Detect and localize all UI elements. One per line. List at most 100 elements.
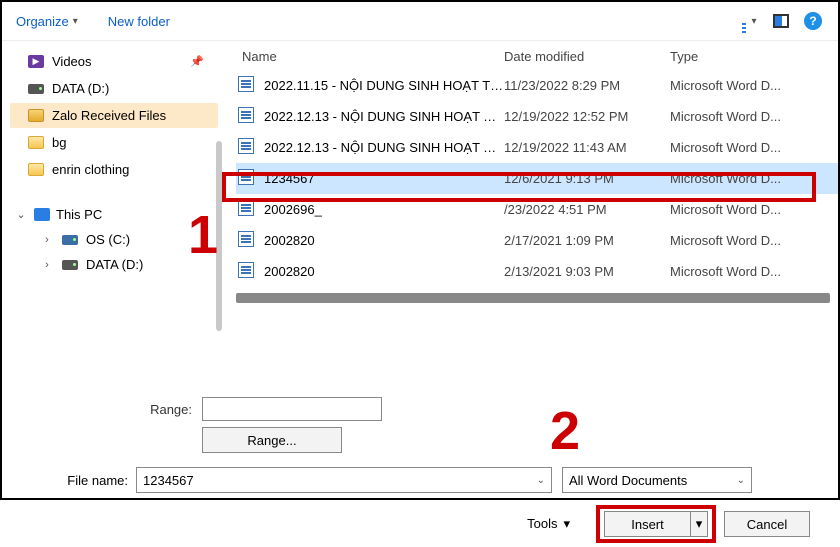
- file-type: Microsoft Word D...: [670, 233, 838, 248]
- word-doc-icon: [238, 262, 254, 278]
- organize-label: Organize: [16, 14, 69, 29]
- file-date: 11/23/2022 8:29 PM: [504, 78, 670, 93]
- help-button[interactable]: ?: [802, 10, 824, 32]
- file-type: Microsoft Word D...: [670, 202, 838, 217]
- file-row[interactable]: 2002696_/23/2022 4:51 PMMicrosoft Word D…: [236, 194, 838, 225]
- file-row[interactable]: 123456712/6/2021 9:13 PMMicrosoft Word D…: [236, 163, 838, 194]
- chevron-down-icon: ⌄: [737, 475, 745, 486]
- sidebar-item-label: bg: [52, 135, 66, 150]
- sidebar-item-zalo[interactable]: Zalo Received Files: [10, 103, 218, 128]
- word-doc-icon: [238, 169, 254, 185]
- dialog-toolbar: Organize ▾ New folder ▾ ?: [2, 2, 838, 41]
- sidebar-item-label: DATA (D:): [52, 81, 109, 96]
- sidebar-item-label: Videos: [52, 54, 92, 69]
- help-icon: ?: [804, 12, 822, 30]
- file-row[interactable]: 20028202/17/2021 1:09 PMMicrosoft Word D…: [236, 225, 838, 256]
- word-doc-icon: [238, 138, 254, 154]
- annotation-highlight-2: Insert ▾: [596, 505, 716, 543]
- horizontal-scrollbar[interactable]: [236, 293, 830, 303]
- file-name: 2002820: [264, 264, 504, 279]
- file-date: 2/13/2021 9:03 PM: [504, 264, 670, 279]
- file-name: 2022.11.15 - NỘI DUNG SINH HOẠT THÁ..: [264, 78, 504, 93]
- filter-value: All Word Documents: [569, 473, 687, 488]
- chevron-down-icon: ▾: [751, 16, 756, 27]
- pin-icon: 📌: [190, 55, 204, 68]
- insert-button[interactable]: Insert: [604, 511, 690, 537]
- file-type: Microsoft Word D...: [670, 264, 838, 279]
- file-date: 12/6/2021 9:13 PM: [504, 171, 670, 186]
- sidebar-item-enrin[interactable]: enrin clothing: [10, 157, 218, 182]
- drive-icon: [28, 84, 44, 94]
- file-name-combo[interactable]: 1234567 ⌄: [136, 467, 552, 493]
- sidebar-item-label: Zalo Received Files: [52, 108, 166, 123]
- sidebar-item-label: OS (C:): [86, 232, 130, 247]
- sidebar-item-label: enrin clothing: [52, 162, 129, 177]
- drive-icon: [62, 235, 78, 245]
- new-folder-button[interactable]: New folder: [108, 14, 170, 29]
- list-view-icon: [741, 14, 747, 29]
- drive-icon: [62, 260, 78, 270]
- file-row[interactable]: 2022.12.13 - NỘI DUNG SINH HOẠT THÁ..12/…: [236, 132, 838, 163]
- chevron-right-icon[interactable]: ›: [40, 259, 54, 271]
- column-header-name[interactable]: Name: [236, 49, 504, 64]
- sidebar-group-this-pc[interactable]: ⌄ This PC: [10, 202, 218, 227]
- column-headers: Name Date modified Type: [236, 41, 838, 70]
- organize-menu[interactable]: Organize ▾: [16, 14, 78, 29]
- chevron-down-icon[interactable]: ⌄: [14, 208, 28, 221]
- word-doc-icon: [238, 231, 254, 247]
- file-date: 2/17/2021 1:09 PM: [504, 233, 670, 248]
- sidebar-item-videos[interactable]: ▶ Videos 📌: [10, 49, 218, 74]
- sidebar-item-label: DATA (D:): [86, 257, 143, 272]
- sidebar-item-data-d-2[interactable]: › DATA (D:): [10, 252, 218, 277]
- view-menu[interactable]: ▾: [738, 10, 760, 32]
- file-type-filter[interactable]: All Word Documents ⌄: [562, 467, 752, 493]
- file-date: /23/2022 4:51 PM: [504, 202, 670, 217]
- sidebar-item-bg[interactable]: bg: [10, 130, 218, 155]
- file-list-pane: Name Date modified Type 2022.11.15 - NỘI…: [218, 41, 838, 381]
- sidebar-item-data-d[interactable]: DATA (D:): [10, 76, 218, 101]
- cancel-button[interactable]: Cancel: [724, 511, 810, 537]
- chevron-down-icon: ▾: [73, 16, 78, 27]
- column-header-date[interactable]: Date modified: [504, 49, 670, 64]
- preview-pane-toggle[interactable]: [770, 10, 792, 32]
- file-name: 2022.12.13 - NỘI DUNG SINH HOẠT THÁ..: [264, 109, 504, 124]
- range-label: Range:: [24, 402, 202, 417]
- column-header-type[interactable]: Type: [670, 49, 838, 64]
- file-row[interactable]: 20028202/13/2021 9:03 PMMicrosoft Word D…: [236, 256, 838, 287]
- file-date: 12/19/2022 11:43 AM: [504, 140, 670, 155]
- monitor-icon: [34, 208, 50, 221]
- chevron-down-icon: ▾: [563, 516, 570, 532]
- file-name: 1234567: [264, 171, 504, 186]
- file-type: Microsoft Word D...: [670, 78, 838, 93]
- file-name: 2002820: [264, 233, 504, 248]
- tools-menu[interactable]: Tools ▾: [527, 516, 570, 532]
- dialog-bottom: Range: Range... File name: 1234567 ⌄ All…: [2, 381, 838, 547]
- range-input[interactable]: [202, 397, 382, 421]
- insert-dropdown[interactable]: ▾: [690, 511, 708, 537]
- file-name-label: File name:: [24, 473, 136, 488]
- chevron-down-icon: ⌄: [537, 475, 545, 486]
- videos-icon: ▶: [28, 55, 44, 68]
- file-name: 2002696_: [264, 202, 504, 217]
- sidebar-item-os-c[interactable]: › OS (C:): [10, 227, 218, 252]
- folder-icon: [28, 109, 44, 122]
- word-doc-icon: [238, 76, 254, 92]
- navigation-sidebar: ▶ Videos 📌 DATA (D:) Zalo Received Files…: [2, 41, 218, 381]
- file-date: 12/19/2022 12:52 PM: [504, 109, 670, 124]
- folder-icon: [28, 163, 44, 176]
- folder-icon: [28, 136, 44, 149]
- file-type: Microsoft Word D...: [670, 171, 838, 186]
- file-row[interactable]: 2022.11.15 - NỘI DUNG SINH HOẠT THÁ..11/…: [236, 70, 838, 101]
- word-doc-icon: [238, 200, 254, 216]
- pane-icon: [773, 14, 789, 28]
- chevron-down-icon: ▾: [696, 516, 703, 532]
- file-row[interactable]: 2022.12.13 - NỘI DUNG SINH HOẠT THÁ..12/…: [236, 101, 838, 132]
- sidebar-group-label: This PC: [56, 207, 102, 222]
- file-name: 2022.12.13 - NỘI DUNG SINH HOẠT THÁ..: [264, 140, 504, 155]
- chevron-right-icon[interactable]: ›: [40, 234, 54, 246]
- range-button[interactable]: Range...: [202, 427, 342, 453]
- file-type: Microsoft Word D...: [670, 109, 838, 124]
- file-name-value: 1234567: [143, 473, 194, 488]
- main-area: ▶ Videos 📌 DATA (D:) Zalo Received Files…: [2, 41, 838, 381]
- tools-label: Tools: [527, 516, 563, 532]
